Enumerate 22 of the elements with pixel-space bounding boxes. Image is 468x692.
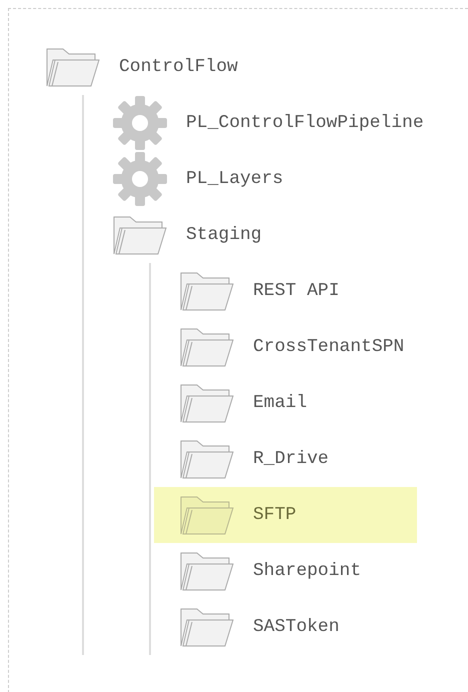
folder-icon (179, 326, 235, 368)
tree-item[interactable]: Sharepoint (154, 543, 417, 599)
folder-icon (45, 46, 101, 88)
tree-item[interactable]: PL_ControlFlowPipeline (87, 95, 428, 151)
tree-item[interactable]: Staging (87, 207, 350, 263)
gear-icon (112, 95, 168, 151)
tree-item[interactable]: SASToken (154, 599, 417, 655)
folder-icon (179, 606, 235, 648)
folder-icon (179, 550, 235, 592)
folder-icon (179, 494, 235, 536)
tree-item[interactable]: R_Drive (154, 431, 417, 487)
gear-icon (112, 151, 168, 207)
tree-item[interactable]: SFTP (154, 487, 417, 543)
folder-icon (179, 270, 235, 312)
folder-icon (179, 382, 235, 424)
tree-item[interactable]: PL_Layers (87, 151, 350, 207)
tree-item[interactable]: ControlFlow (20, 39, 283, 95)
tree-item[interactable]: Email (154, 375, 417, 431)
tree-item[interactable]: CrossTenantSPN (154, 319, 417, 375)
folder-icon (179, 438, 235, 480)
folder-icon (112, 214, 168, 256)
tree-item[interactable]: REST API (154, 263, 417, 319)
